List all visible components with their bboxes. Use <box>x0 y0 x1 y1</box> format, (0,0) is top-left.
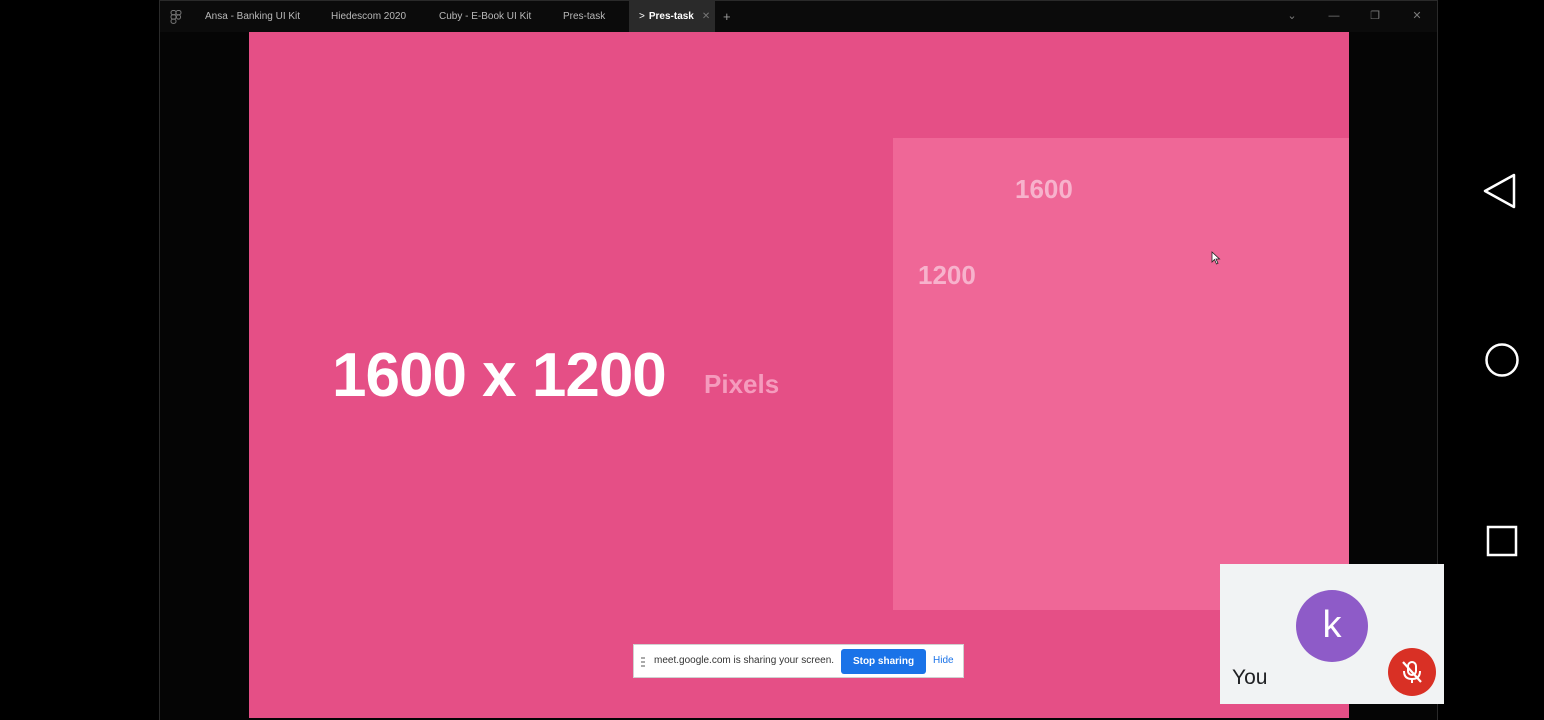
mouse-cursor-icon <box>1211 251 1221 265</box>
share-status-text: meet.google.com is sharing your screen. <box>654 655 835 666</box>
add-tab-button[interactable]: + <box>723 1 731 32</box>
tab-hiedescom[interactable]: Hiedescom 2020 <box>331 1 406 32</box>
mic-off-button[interactable] <box>1388 648 1436 696</box>
screen-share-banner: meet.google.com is sharing your screen. … <box>633 644 964 678</box>
tab-pres-task[interactable]: Pres-task <box>563 1 605 32</box>
dimension-height-label: 1200 <box>918 260 976 290</box>
tab-pres-task-active[interactable]: > Pres-task ✕ <box>629 1 715 32</box>
minimize-button[interactable]: — <box>1324 1 1344 32</box>
presentation-canvas: 1600 1200 1600 x 1200 Pixels <box>249 32 1349 718</box>
pixels-label: Pixels <box>704 369 780 399</box>
stop-sharing-button[interactable]: Stop sharing <box>841 649 926 674</box>
maximize-button[interactable]: ❐ <box>1365 1 1385 32</box>
resolution-frame: 1600 1200 <box>893 138 1349 610</box>
chevron-down-icon[interactable]: ⌄ <box>1282 1 1302 32</box>
tab-label: Pres-task <box>648 11 694 22</box>
back-icon[interactable] <box>1482 172 1518 210</box>
figma-logo-icon[interactable] <box>170 10 182 24</box>
self-view-tile[interactable]: k You <box>1220 564 1444 704</box>
chevron-right-icon: > <box>639 11 645 22</box>
home-icon[interactable] <box>1484 342 1520 378</box>
title-bar: Ansa - Banking UI Kit Hiedescom 2020 Cub… <box>160 0 1437 32</box>
participant-name: You <box>1232 666 1268 689</box>
drag-handle-icon[interactable] <box>641 657 645 667</box>
mic-off-icon <box>1402 661 1422 683</box>
dimension-width-label: 1600 <box>1015 174 1073 204</box>
tab-cuby-ebook[interactable]: Cuby - E-Book UI Kit <box>439 1 531 32</box>
resolution-headline: 1600 x 1200 <box>332 341 667 410</box>
close-window-button[interactable]: ✕ <box>1407 1 1427 32</box>
avatar: k <box>1296 590 1368 662</box>
recents-icon[interactable] <box>1486 525 1518 557</box>
hide-button[interactable]: Hide <box>933 645 954 677</box>
close-tab-icon[interactable]: ✕ <box>702 11 710 22</box>
tab-ansa-banking[interactable]: Ansa - Banking UI Kit <box>205 1 300 32</box>
